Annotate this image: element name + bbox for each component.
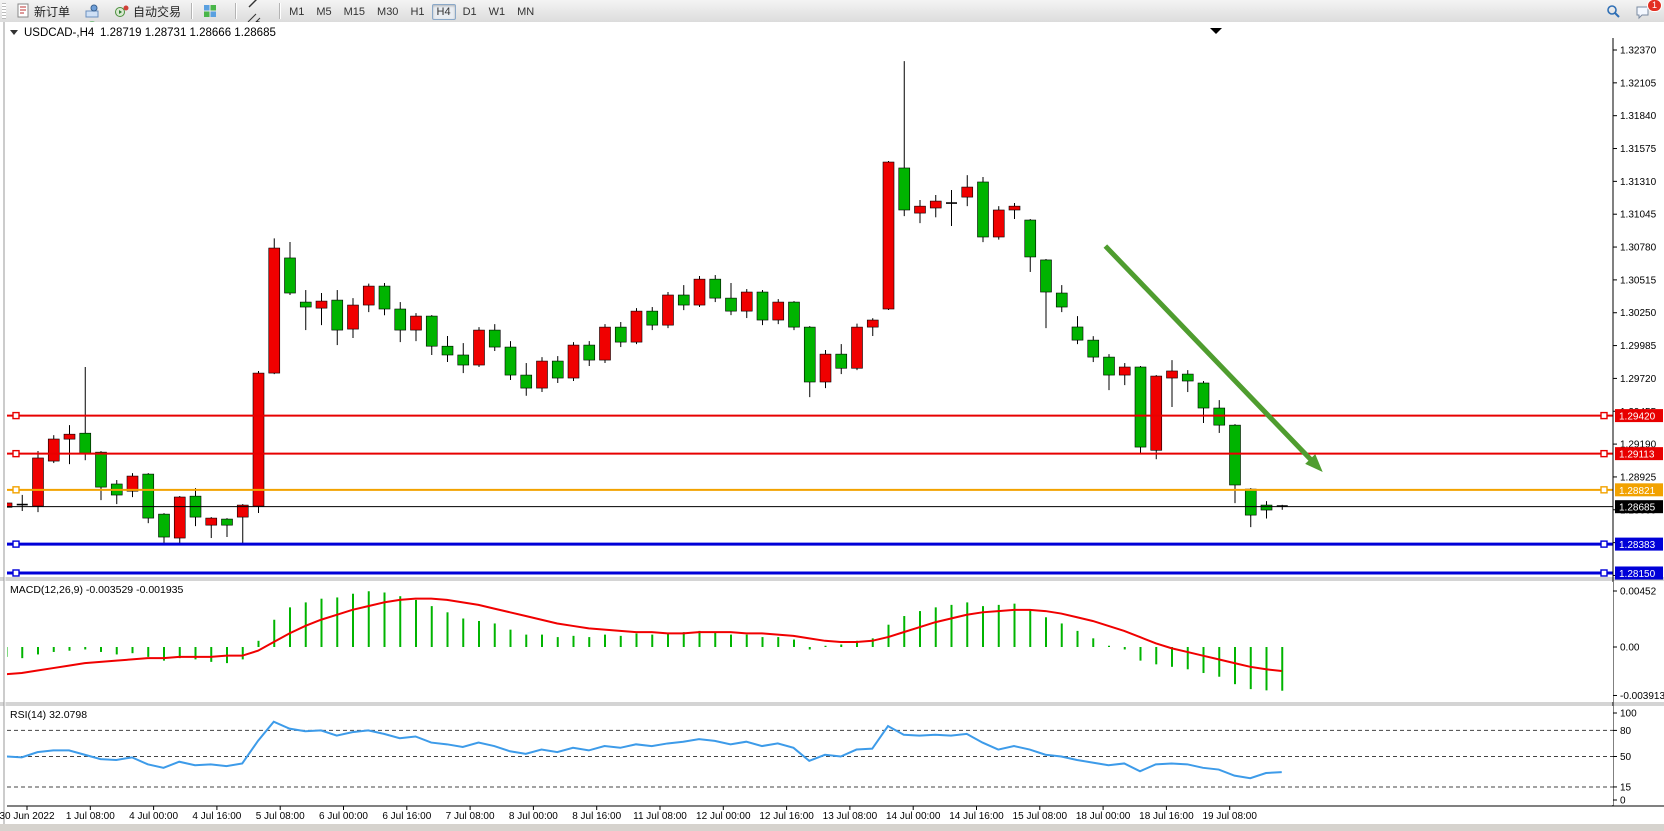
- chart-window: USDCAD-,H4 1.28719 1.28731 1.28666 1.2868…: [0, 22, 1664, 831]
- toolbar-grip[interactable]: [2, 3, 6, 19]
- notifications-button[interactable]: 1: [1629, 2, 1657, 20]
- price-tick-label: 1.31045: [1620, 210, 1657, 221]
- price-badge-support-blue-1: 1.28383: [1615, 538, 1663, 552]
- price-badge-support-blue-2: 1.28150: [1615, 566, 1663, 580]
- profile-icon: [84, 0, 100, 1]
- rsi-axis-label: 0: [1620, 796, 1626, 807]
- price-tick-label: 1.30780: [1620, 243, 1657, 254]
- rsi-axis-label: 80: [1620, 726, 1632, 737]
- price-tick-label: 1.31840: [1620, 111, 1657, 122]
- tile-windows-icon: [202, 3, 218, 19]
- svg-text:1.28685: 1.28685: [1619, 503, 1656, 514]
- timeframe-button-m15[interactable]: M15: [339, 4, 370, 20]
- svg-text:1.28150: 1.28150: [1619, 569, 1656, 580]
- time-tick-label: 18 Jul 16:00: [1139, 811, 1194, 822]
- trendline-button[interactable]: [240, 0, 275, 11]
- price-tick-label: 1.31310: [1620, 177, 1657, 188]
- time-tick-label: 1 Jul 08:00: [66, 811, 115, 822]
- time-tick-label: 8 Jul 16:00: [572, 811, 621, 822]
- time-tick-label: 6 Jul 00:00: [319, 811, 368, 822]
- time-tick-label: 8 Jul 00:00: [509, 811, 558, 822]
- price-badge-resistance-1: 1.29420: [1615, 409, 1663, 423]
- chart-title-symbol: USDCAD-,H4: [24, 27, 95, 39]
- price-chart-plot-area[interactable]: [7, 38, 1613, 577]
- search-button[interactable]: [1599, 2, 1627, 20]
- timeframe-button-m30[interactable]: M30: [372, 4, 403, 20]
- price-tick-label: 1.29720: [1620, 374, 1657, 385]
- price-tick-label: 1.29985: [1620, 341, 1657, 352]
- svg-text:1.28383: 1.28383: [1619, 540, 1656, 551]
- time-tick-label: 5 Jul 08:00: [256, 811, 305, 822]
- svg-text:1.29420: 1.29420: [1619, 412, 1656, 423]
- price-badge-resistance-2: 1.29113: [1615, 447, 1663, 461]
- tile-windows-button[interactable]: [196, 2, 231, 20]
- timeframe-button-h1[interactable]: H1: [405, 4, 429, 20]
- rsi-label: RSI(14) 32.0798: [10, 709, 87, 721]
- rsi-axis-label: 100: [1620, 709, 1637, 720]
- auto-trading-button[interactable]: 自动交易: [108, 2, 187, 20]
- svg-text:1.28821: 1.28821: [1619, 486, 1656, 497]
- time-tick-label: 6 Jul 16:00: [382, 811, 431, 822]
- market-watch-button[interactable]: [78, 2, 106, 20]
- time-tick-label: 14 Jul 16:00: [949, 811, 1004, 822]
- macd-axis-label: -0.003913: [1620, 691, 1664, 702]
- chart-title-ohlc: 1.28719 1.28731 1.28666 1.28685: [100, 27, 276, 39]
- trendline-icon: [246, 0, 262, 10]
- timeframe-button-d1[interactable]: D1: [458, 4, 482, 20]
- timeframe-button-mn[interactable]: MN: [512, 4, 539, 20]
- time-tick-label: 14 Jul 00:00: [886, 811, 941, 822]
- macd-axis-label: 0.00: [1620, 643, 1640, 654]
- timeframe-button-w1[interactable]: W1: [484, 4, 511, 20]
- chart-title-row: USDCAD-,H4 1.28719 1.28731 1.28666 1.2868…: [10, 27, 276, 39]
- price-tick-label: 1.30515: [1620, 275, 1657, 286]
- price-badge-support-orange: 1.28821: [1615, 483, 1663, 497]
- price-badge-current-price: 1.28685: [1615, 500, 1663, 513]
- time-tick-label: 30 Jun 2022: [0, 811, 55, 822]
- window-bottom-edge: [0, 824, 1664, 831]
- time-tick-label: 12 Jul 16:00: [759, 811, 814, 822]
- timeframe-button-m5[interactable]: M5: [311, 4, 336, 20]
- auto-trading-label: 自动交易: [133, 3, 181, 20]
- macd-label: MACD(12,26,9) -0.003529 -0.001935: [10, 584, 184, 596]
- price-tick-label: 1.32105: [1620, 78, 1657, 89]
- market-watch-icon: [84, 3, 100, 19]
- time-tick-label: 18 Jul 00:00: [1076, 811, 1131, 822]
- new-order-icon: [15, 3, 31, 19]
- macd-pane[interactable]: [7, 582, 1613, 702]
- time-tick-label: 12 Jul 00:00: [696, 811, 751, 822]
- price-tick-label: 1.31575: [1620, 144, 1657, 155]
- time-tick-label: 11 Jul 08:00: [633, 811, 687, 822]
- rsi-axis-label: 50: [1620, 752, 1632, 763]
- rsi-axis-label: 15: [1620, 782, 1632, 793]
- price-tick-label: 1.32370: [1620, 46, 1657, 57]
- svg-text:1.29113: 1.29113: [1619, 450, 1655, 461]
- auto-trading-icon: [114, 3, 130, 19]
- notification-badge: 1: [1647, 0, 1662, 12]
- time-tick-label: 15 Jul 08:00: [1013, 811, 1068, 822]
- timeframe-button-h4[interactable]: H4: [432, 4, 456, 20]
- time-tick-label: 13 Jul 08:00: [823, 811, 878, 822]
- macd-axis-label: 0.00452: [1620, 587, 1657, 598]
- timeframe-button-m1[interactable]: M1: [284, 4, 309, 20]
- time-tick-label: 4 Jul 00:00: [129, 811, 178, 822]
- search-icon: [1605, 3, 1621, 19]
- time-tick-label: 4 Jul 16:00: [192, 811, 241, 822]
- new-order-label: 新订单: [34, 3, 70, 20]
- price-tick-label: 1.30250: [1620, 308, 1657, 319]
- zoom-out-icon: [202, 0, 218, 1]
- time-tick-label: 7 Jul 08:00: [446, 811, 495, 822]
- time-tick-label: 19 Jul 08:00: [1202, 811, 1257, 822]
- price-tick-label: 1.28925: [1620, 472, 1657, 483]
- new-order-button[interactable]: 新订单: [9, 2, 76, 20]
- main-toolbar: 新订单 自动交易 ▾▾▾ EFAT▾ M1M5M15M30H1H4D1W1MN …: [0, 0, 1664, 23]
